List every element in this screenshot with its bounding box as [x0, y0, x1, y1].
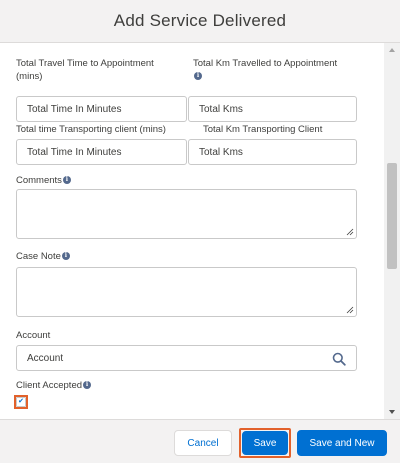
- scrollbar-thumb[interactable]: [387, 163, 397, 269]
- travel-time-input[interactable]: Total Time In Minutes: [16, 96, 187, 122]
- account-lookup-input[interactable]: Account: [16, 345, 357, 371]
- info-icon: i: [61, 252, 70, 261]
- resize-handle-icon[interactable]: [346, 228, 354, 236]
- info-icon: i: [83, 381, 92, 390]
- transport-km-label: Total Km Transporting Client: [203, 124, 323, 135]
- checkmark-icon: ✔: [18, 398, 24, 405]
- modal-header: Add Service Delivered: [0, 0, 400, 43]
- modal-footer: Cancel Save Save and New: [0, 419, 400, 463]
- comments-label: Comments i: [16, 174, 71, 187]
- transport-time-input[interactable]: Total Time In Minutes: [16, 139, 187, 165]
- client-accepted-highlight: ✔: [14, 395, 28, 409]
- info-icon: i: [62, 176, 71, 185]
- scroll-up-arrow-icon[interactable]: [384, 43, 400, 57]
- transport-km-input[interactable]: Total Kms: [188, 139, 357, 165]
- cancel-button[interactable]: Cancel: [174, 430, 232, 456]
- scrollbar[interactable]: [384, 43, 400, 419]
- search-icon[interactable]: [332, 352, 346, 366]
- save-and-new-button[interactable]: Save and New: [297, 430, 387, 456]
- account-label: Account: [16, 330, 51, 341]
- client-accepted-checkbox[interactable]: ✔: [16, 397, 26, 407]
- travel-time-label: Total Travel Time to Appointment (mins): [16, 58, 154, 82]
- modal-body: Total Travel Time to Appointment (mins) …: [0, 43, 400, 419]
- comments-textarea[interactable]: [16, 189, 357, 239]
- case-note-label: Case Note i: [16, 250, 70, 263]
- modal-title: Add Service Delivered: [113, 11, 287, 30]
- transport-time-label: Total time Transporting client (mins): [16, 124, 166, 135]
- travel-km-input[interactable]: Total Kms: [188, 96, 357, 122]
- save-button[interactable]: Save: [242, 431, 288, 455]
- client-accepted-label: Client Accepted i: [16, 379, 92, 392]
- resize-handle-icon[interactable]: [346, 306, 354, 314]
- case-note-textarea[interactable]: [16, 267, 357, 317]
- scroll-down-arrow-icon[interactable]: [384, 405, 400, 419]
- travel-km-label: Total Km Travelled to Appointment i: [193, 58, 338, 81]
- info-icon: i: [194, 72, 202, 81]
